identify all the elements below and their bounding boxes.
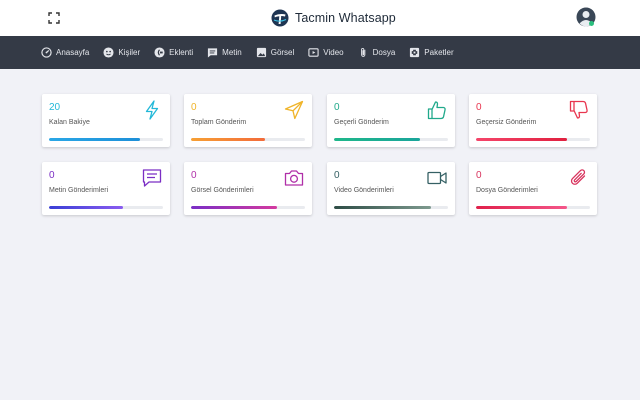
stat-label: Metin Gönderimleri: [49, 187, 109, 194]
stat-label: Toplam Gönderim: [191, 119, 247, 126]
progress-track: [476, 206, 590, 209]
top-bar: Tacmin Whatsapp: [0, 0, 640, 36]
stat-label: Görsel Gönderimleri: [191, 187, 254, 194]
stat-label: Kalan Bakiye: [49, 119, 90, 126]
nav-item-paketler[interactable]: Paketler: [409, 47, 454, 58]
tacmin-logo-icon: [271, 9, 289, 27]
progress-track: [49, 206, 163, 209]
nav-item-label: Anasayfa: [56, 48, 90, 57]
send-icon: [284, 100, 304, 120]
nav-item-label: Kişiler: [118, 48, 141, 57]
video-icon: [308, 47, 319, 58]
stat-card-gorsel-gonderimleri[interactable]: 0 Görsel Gönderimleri: [184, 162, 312, 215]
lightning-icon: [142, 100, 162, 120]
thumbs-up-icon: [427, 100, 447, 120]
stat-card-gecersiz-gonderim[interactable]: 0 Geçersiz Gönderim: [469, 94, 597, 147]
nav-item-label: Metin: [222, 48, 242, 57]
progress-fill: [476, 206, 568, 209]
nav-item-video[interactable]: Video: [308, 47, 344, 58]
progress-fill: [334, 206, 431, 209]
stat-card-kalan-bakiye[interactable]: 20 Kalan Bakiye: [42, 94, 170, 147]
chat-icon: [142, 168, 162, 188]
stat-label: Video Gönderimleri: [334, 187, 394, 194]
stat-label: Dosya Gönderimleri: [476, 187, 538, 194]
stat-value: 0: [476, 102, 482, 113]
progress-fill: [49, 206, 124, 209]
progress-track: [334, 206, 448, 209]
stat-value: 0: [476, 170, 482, 181]
stat-label: Geçerli Gönderim: [334, 119, 389, 126]
nav-item-dosya[interactable]: Dosya: [358, 47, 396, 58]
nav-item-eklenti[interactable]: Eklenti: [154, 47, 193, 58]
stat-card-video-gonderimleri[interactable]: 0 Video Gönderimleri: [327, 162, 455, 215]
progress-fill: [191, 138, 266, 141]
stat-card-dosya-gonderimleri[interactable]: 0 Dosya Gönderimleri: [469, 162, 597, 215]
message-icon: [207, 47, 218, 58]
fullscreen-icon[interactable]: [48, 11, 60, 24]
stat-value: 0: [334, 102, 340, 113]
progress-fill: [334, 138, 420, 141]
progress-track: [49, 138, 163, 141]
progress-fill: [476, 138, 568, 141]
main-navigation: Anasayfa Kişiler Eklenti Metin Görsel Vi…: [0, 36, 640, 69]
nav-item-label: Eklenti: [169, 48, 194, 57]
dashboard-icon: [41, 47, 52, 58]
thumbs-down-icon: [569, 100, 589, 120]
stat-value: 0: [191, 170, 197, 181]
attachment-icon: [358, 47, 369, 58]
user-avatar-icon[interactable]: [576, 7, 596, 27]
page-title: Tacmin Whatsapp: [295, 11, 396, 25]
contacts-icon: [103, 47, 114, 58]
progress-track: [334, 138, 448, 141]
stat-value: 0: [49, 170, 55, 181]
stat-card-gecerli-gonderim[interactable]: 0 Geçerli Gönderim: [327, 94, 455, 147]
paperclip-icon: [569, 168, 589, 188]
nav-item-label: Paketler: [424, 48, 454, 57]
camera-icon: [284, 168, 304, 188]
stat-card-metin-gonderimleri[interactable]: 0 Metin Gönderimleri: [42, 162, 170, 215]
video-camera-icon: [427, 168, 447, 188]
packages-icon: [409, 47, 420, 58]
nav-item-kisiler[interactable]: Kişiler: [103, 47, 140, 58]
stat-label: Geçersiz Gönderim: [476, 119, 537, 126]
brand[interactable]: Tacmin Whatsapp: [271, 7, 396, 29]
progress-track: [476, 138, 590, 141]
progress-fill: [49, 138, 141, 141]
nav-item-label: Görsel: [270, 48, 295, 57]
progress-track: [191, 138, 305, 141]
stat-value: 20: [49, 102, 61, 113]
progress-track: [191, 206, 305, 209]
stat-value: 0: [191, 102, 197, 113]
nav-item-gorsel[interactable]: Görsel: [256, 47, 295, 58]
extension-icon: [154, 47, 165, 58]
stat-value: 0: [334, 170, 340, 181]
image-icon: [256, 47, 267, 58]
nav-item-metin[interactable]: Metin: [207, 47, 242, 58]
nav-item-anasayfa[interactable]: Anasayfa: [41, 47, 89, 58]
progress-fill: [191, 206, 277, 209]
nav-item-label: Video: [323, 48, 344, 57]
nav-item-label: Dosya: [372, 48, 396, 57]
stat-card-toplam-gonderim[interactable]: 0 Toplam Gönderim: [184, 94, 312, 147]
